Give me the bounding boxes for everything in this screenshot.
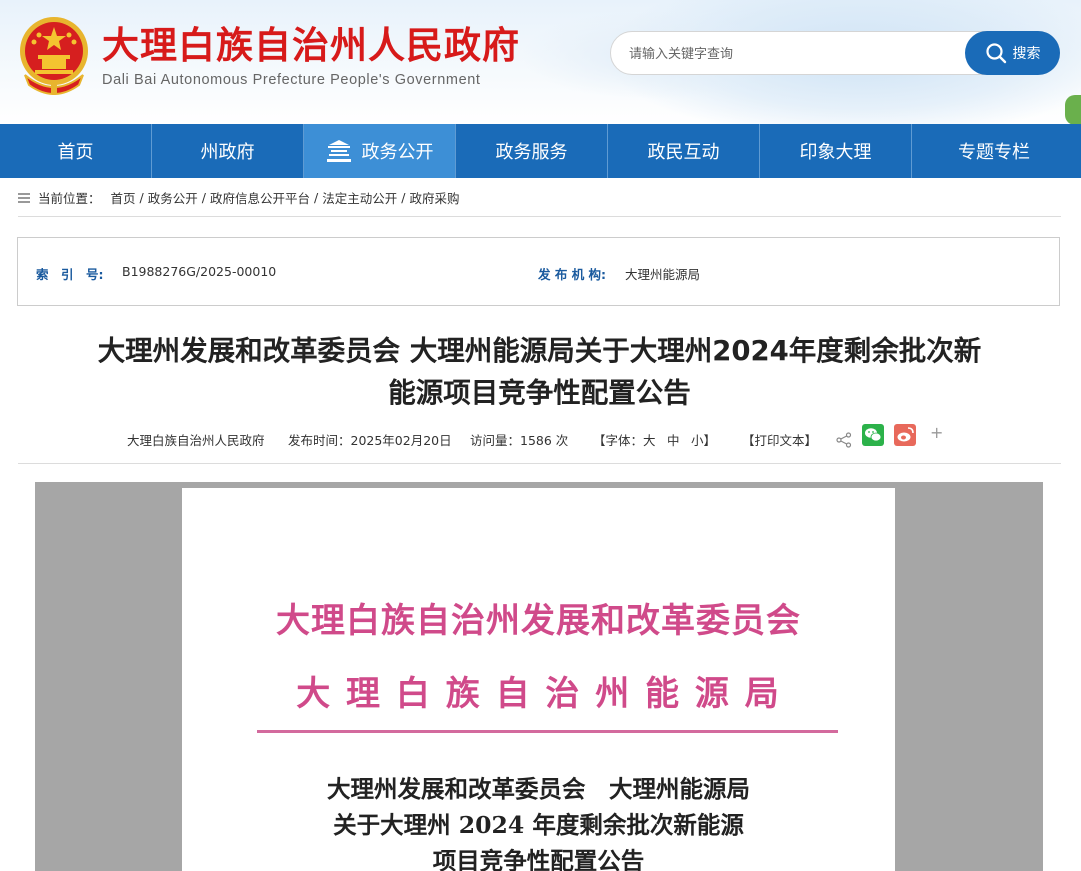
document-header-line-1: 大理白族自治州发展和改革委员会 (276, 601, 801, 641)
publisher-label: 发 布 机 构: (538, 267, 607, 282)
building-icon (326, 140, 351, 162)
font-size-small[interactable]: 小】 (691, 430, 716, 449)
breadcrumb-link-info-platform[interactable]: 政府信息公开平台 (210, 188, 310, 207)
nav-label: 首页 (57, 142, 94, 163)
breadcrumb-prefix: 当前位置： (38, 191, 101, 206)
font-size-medium[interactable]: 中 (667, 430, 680, 449)
document-meta-box: 索 引 号: B1988276G/2025-00010 发 布 机 构: 大理州… (17, 237, 1060, 306)
wechat-icon[interactable] (862, 424, 884, 446)
breadcrumb-separator: / (139, 190, 144, 205)
nav-label: 政民互动 (647, 142, 720, 163)
breadcrumb-link-government-procurement[interactable]: 政府采购 (409, 188, 459, 207)
tree-decoration (1065, 95, 1081, 124)
share-icon[interactable] (836, 432, 852, 448)
index-number-label: 索 引 号: (36, 267, 104, 282)
nav-label: 政务服务 (495, 142, 568, 163)
nav-label: 专题专栏 (958, 142, 1030, 163)
nav-label: 州政府 (200, 142, 255, 163)
breadcrumb-separator: / (314, 190, 319, 205)
site-title[interactable]: 大理白族自治州人民政府 (102, 22, 520, 70)
breadcrumb: 当前位置： 首页 / 政务公开 / 政府信息公开平台 / 法定主动公开 / 政府… (18, 188, 459, 207)
article-info-bar: 大理白族自治州人民政府 发布时间：2025年02月20日 访问量：1586 次 … (0, 423, 1081, 450)
site-subtitle: Dali Bai Autonomous Prefecture People's … (102, 72, 481, 88)
nav-item-special-topics[interactable]: 专题专栏 (912, 124, 1076, 178)
document-page: 大理白族自治州发展和改革委员会 大 理 白 族 自 治 州 能 源 局 大理州发… (182, 488, 895, 871)
nav-item-prefecture-government[interactable]: 州政府 (152, 124, 304, 178)
plus-icon[interactable]: + (930, 423, 943, 442)
nav-item-government-services[interactable]: 政务服务 (456, 124, 608, 178)
nav-item-public-interaction[interactable]: 政民互动 (608, 124, 760, 178)
nav-item-government-affairs-disclosure[interactable]: 政务公开 (304, 124, 456, 178)
document-header-line-2: 大 理 白 族 自 治 州 能 源 局 (296, 674, 781, 714)
search-icon (985, 43, 1006, 64)
document-title-line-2: 关于大理州 2024 年度剩余批次新能源 (333, 811, 744, 839)
visit-count: 访问量：1586 次 (470, 433, 569, 448)
site-header: 大理白族自治州人民政府 Dali Bai Autonomous Prefectu… (0, 0, 1081, 124)
font-size-label: 【字体： (593, 433, 644, 448)
breadcrumb-separator: / (201, 190, 206, 205)
breadcrumb-separator: / (401, 190, 406, 205)
nav-label: 政务公开 (361, 142, 434, 163)
location-icon (18, 192, 30, 203)
nav-item-impression-dali[interactable]: 印象大理 (760, 124, 912, 178)
breadcrumb-link-home[interactable]: 首页 (111, 188, 136, 207)
article-title-line-1: 大理州发展和改革委员会 大理州能源局关于大理州2024年度剩余批次新 (97, 335, 982, 367)
search-button[interactable]: 搜索 (965, 31, 1060, 75)
red-header-rule (257, 730, 838, 733)
search-input[interactable] (627, 41, 961, 67)
main-nav: 首页 州政府 政务公开 政务服务 政民互动 印象大理 专题专栏 (0, 124, 1081, 178)
article-source: 大理白族自治州人民政府 (127, 433, 265, 448)
search-button-label: 搜索 (1012, 46, 1041, 62)
article-title-line-2: 能源项目竞争性配置公告 (388, 377, 691, 409)
document-title-line-1: 大理州发展和改革委员会 大理州能源局 (327, 775, 750, 803)
document-title-line-3: 项目竞争性配置公告 (432, 847, 645, 871)
publisher-value: 大理州能源局 (625, 267, 701, 282)
print-button[interactable]: 【打印文本】 (742, 430, 817, 449)
search-box: 搜索 (610, 31, 1060, 75)
article-title: 大理州发展和改革委员会 大理州能源局关于大理州2024年度剩余批次新 能源项目竞… (18, 330, 1061, 414)
index-number-value: B1988276G/2025-00010 (122, 264, 277, 279)
divider (18, 463, 1061, 464)
breadcrumb-link-government-affairs[interactable]: 政务公开 (148, 188, 198, 207)
breadcrumb-link-statutory-disclosure[interactable]: 法定主动公开 (322, 188, 397, 207)
nav-item-home[interactable]: 首页 (0, 124, 152, 178)
weibo-icon[interactable] (894, 424, 916, 446)
publish-time: 发布时间：2025年02月20日 (288, 433, 452, 448)
national-emblem-icon[interactable] (17, 15, 91, 95)
nav-label: 印象大理 (799, 142, 872, 163)
divider (18, 216, 1061, 217)
document-image-viewer: 大理白族自治州发展和改革委员会 大 理 白 族 自 治 州 能 源 局 大理州发… (35, 482, 1043, 871)
font-size-large[interactable]: 大 (643, 430, 656, 449)
